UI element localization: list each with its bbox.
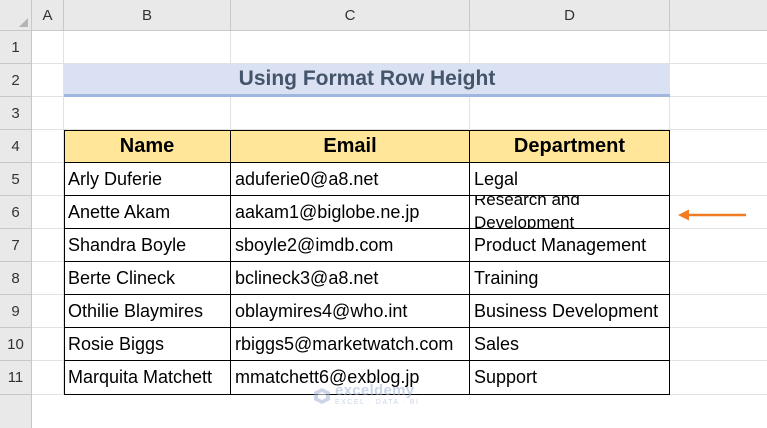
column-header-b[interactable]: B bbox=[64, 0, 231, 31]
cell-name[interactable]: Arly Duferie bbox=[64, 163, 231, 196]
row-header-8[interactable]: 8 bbox=[0, 262, 32, 295]
row-header-5[interactable]: 5 bbox=[0, 163, 32, 196]
cell-email[interactable]: sboyle2@imdb.com bbox=[231, 229, 470, 262]
row-header-11[interactable]: 11 bbox=[0, 361, 32, 395]
column-header-empty bbox=[670, 0, 767, 31]
watermark-name: exceldemy bbox=[335, 382, 415, 399]
cell-name[interactable]: Marquita Matchett bbox=[64, 361, 231, 395]
sheet-title[interactable]: Using Format Row Height bbox=[64, 64, 670, 97]
row-header-4[interactable]: 4 bbox=[0, 130, 32, 163]
cell-department[interactable]: Product Management bbox=[470, 229, 670, 262]
cell-name[interactable]: Rosie Biggs bbox=[64, 328, 231, 361]
exceldemy-watermark: exceldemy EXCEL · DATA · BI bbox=[313, 383, 420, 408]
header-cell-department[interactable]: Department bbox=[470, 130, 670, 163]
cell-department-text: Research and Development bbox=[474, 196, 580, 229]
cell-email[interactable]: aduferie0@a8.net bbox=[231, 163, 470, 196]
cell-email[interactable]: aakam1@biglobe.ne.jp bbox=[231, 196, 470, 229]
header-cell-email[interactable]: Email bbox=[231, 130, 470, 163]
cell-name[interactable]: Othilie Blaymires bbox=[64, 295, 231, 328]
header-cell-name[interactable]: Name bbox=[64, 130, 231, 163]
cell-email[interactable]: rbiggs5@marketwatch.com bbox=[231, 328, 470, 361]
cell-department[interactable]: Sales bbox=[470, 328, 670, 361]
cell-department[interactable]: Training bbox=[470, 262, 670, 295]
row-header-1[interactable]: 1 bbox=[0, 31, 32, 64]
cell-email[interactable]: oblaymires4@who.int bbox=[231, 295, 470, 328]
column-header-a[interactable]: A bbox=[32, 0, 64, 31]
row-header-2[interactable]: 2 bbox=[0, 64, 32, 97]
cell-name[interactable]: Shandra Boyle bbox=[64, 229, 231, 262]
cell-department[interactable]: Business Development bbox=[470, 295, 670, 328]
row-header-6[interactable]: 6 bbox=[0, 196, 32, 229]
row-header-7[interactable]: 7 bbox=[0, 229, 32, 262]
cell-department[interactable]: Support bbox=[470, 361, 670, 395]
row-header-10[interactable]: 10 bbox=[0, 328, 32, 361]
row-header-3[interactable]: 3 bbox=[0, 97, 32, 130]
cell-department[interactable]: Legal bbox=[470, 163, 670, 196]
select-all-triangle bbox=[19, 18, 28, 27]
row-header-9[interactable]: 9 bbox=[0, 295, 32, 328]
column-header-c[interactable]: C bbox=[231, 0, 470, 31]
exceldemy-logo-icon bbox=[314, 387, 330, 404]
cell-department-wrapped[interactable]: Research and Development bbox=[470, 196, 670, 229]
arrow-left-icon bbox=[678, 209, 746, 221]
cell-name[interactable]: Berte Clineck bbox=[64, 262, 231, 295]
cell-email[interactable]: bclineck3@a8.net bbox=[231, 262, 470, 295]
row-header-empty bbox=[0, 395, 32, 428]
column-header-d[interactable]: D bbox=[470, 0, 670, 31]
watermark-tagline: EXCEL · DATA · BI bbox=[335, 399, 420, 406]
select-all-corner[interactable] bbox=[0, 0, 32, 31]
cell-name[interactable]: Anette Akam bbox=[64, 196, 231, 229]
